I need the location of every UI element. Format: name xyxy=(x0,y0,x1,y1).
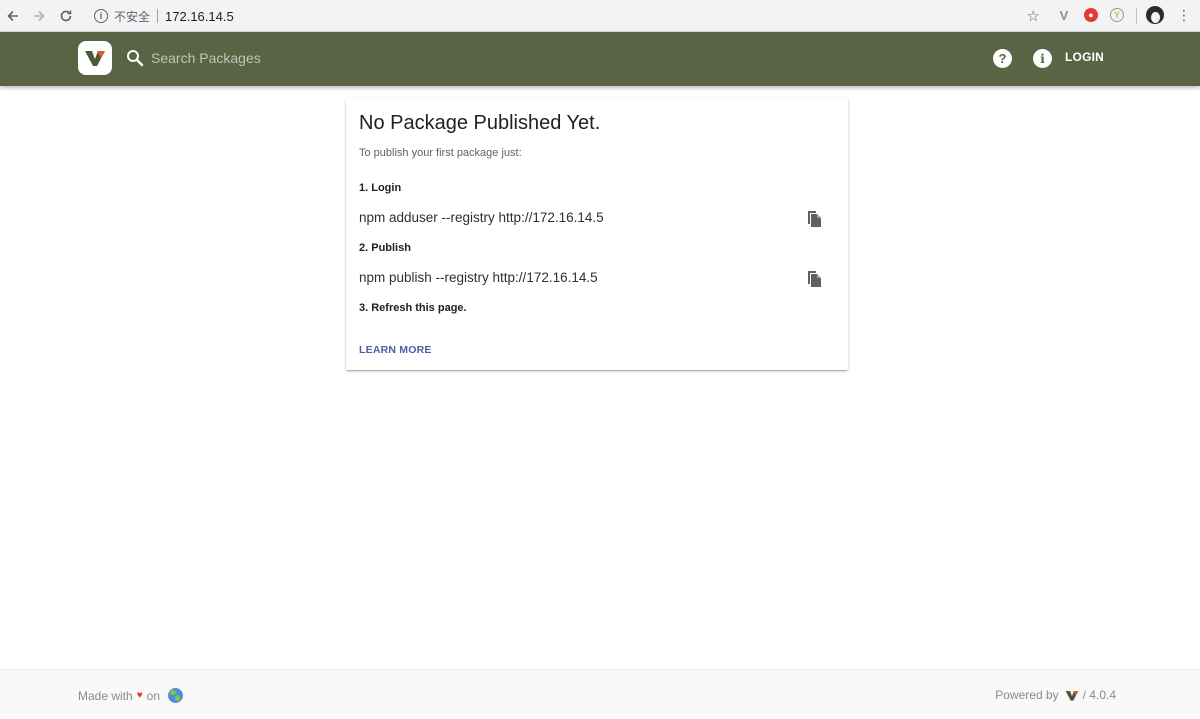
reload-icon xyxy=(60,10,72,22)
forward-arrow-icon xyxy=(34,10,45,22)
card-subtitle: To publish your first package just: xyxy=(359,147,522,159)
verdaccio-logo[interactable] xyxy=(78,41,112,75)
card-title: No Package Published Yet. xyxy=(359,112,601,134)
step-refresh-label: 3. Refresh this page. xyxy=(359,302,467,314)
browser-menu-icon[interactable]: ⋮ xyxy=(1177,7,1191,23)
reload-button[interactable] xyxy=(53,3,79,29)
heart-icon: ♥ xyxy=(136,690,143,701)
toolbar-divider xyxy=(1136,8,1137,24)
address-bar[interactable]: i 不安全 172.16.14.5 ☆ xyxy=(86,3,1046,29)
globe-icon xyxy=(168,688,183,703)
made-with-label: Made with xyxy=(78,688,133,703)
info-icon[interactable]: i xyxy=(1033,49,1052,68)
bookmark-star-icon[interactable]: ☆ xyxy=(1027,7,1040,25)
extension-y-icon[interactable]: Y xyxy=(1109,7,1125,23)
back-arrow-icon xyxy=(7,10,18,22)
no-package-card: No Package Published Yet. To publish you… xyxy=(346,98,848,370)
login-button[interactable]: LOGIN xyxy=(1065,50,1104,68)
on-label: on xyxy=(146,688,160,703)
made-with-text: Made with ♥ on xyxy=(78,688,183,703)
url-text[interactable]: 172.16.14.5 xyxy=(165,9,234,24)
verdaccio-small-logo-icon[interactable] xyxy=(1065,689,1079,702)
browser-toolbar: i 不安全 172.16.14.5 ☆ V ● Y ⋮ xyxy=(0,0,1200,32)
copy-icon[interactable] xyxy=(806,268,822,288)
adduser-command: npm adduser --registry http://172.16.14.… xyxy=(359,210,604,225)
search-icon[interactable] xyxy=(126,49,144,67)
learn-more-button[interactable]: LEARN MORE xyxy=(359,344,432,356)
powered-by: Powered by / 4.0.4 xyxy=(995,688,1116,702)
extension-red-icon[interactable]: ● xyxy=(1083,7,1099,23)
extension-v-icon[interactable]: V xyxy=(1056,7,1072,23)
powered-by-label: Powered by xyxy=(995,688,1059,702)
copy-icon[interactable] xyxy=(806,208,822,228)
profile-avatar[interactable] xyxy=(1146,6,1164,24)
help-icon[interactable]: ? xyxy=(993,49,1012,68)
forward-button[interactable] xyxy=(26,3,52,29)
publish-command: npm publish --registry http://172.16.14.… xyxy=(359,270,598,285)
site-info-icon[interactable]: i xyxy=(94,9,108,23)
app-header: ? i LOGIN xyxy=(0,32,1200,86)
address-divider xyxy=(157,9,159,23)
version-label: / 4.0.4 xyxy=(1082,688,1116,702)
search-input[interactable] xyxy=(151,47,451,69)
verdaccio-logo-icon xyxy=(85,51,105,66)
insecure-label: 不安全 xyxy=(114,9,151,24)
step-publish-label: 2. Publish xyxy=(359,242,411,254)
step-login-label: 1. Login xyxy=(359,182,402,194)
footer: Made with ♥ on Powered by / 4.0.4 xyxy=(0,669,1200,719)
back-button[interactable] xyxy=(0,3,26,29)
